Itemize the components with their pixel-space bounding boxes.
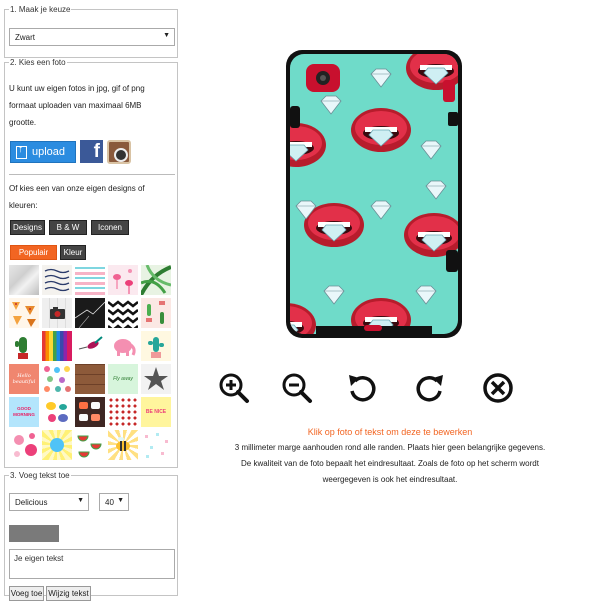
design-tile-be-nice[interactable]: BE NICE (141, 397, 171, 427)
design-tile-colorful-dots[interactable] (42, 364, 72, 394)
step2-panel: 2. Kies een foto U kunt uw eigen fotos i… (4, 58, 178, 468)
design-tile-hummingbirds[interactable] (75, 331, 105, 361)
size-select-value: 40 (105, 498, 114, 507)
design-tile-cactus-mint[interactable] (141, 331, 171, 361)
size-select[interactable]: 40 ▼ (99, 493, 129, 511)
design-tile-elephants[interactable] (108, 331, 138, 361)
instruction-line: De kwaliteit van de foto bepaalt het ein… (241, 459, 539, 468)
design-tile-dots[interactable] (108, 397, 138, 427)
color-select[interactable]: Zwart ▼ (9, 28, 175, 46)
subcategory-color[interactable]: Kleur (60, 245, 86, 260)
step1-legend: 1. Maak je keuze (10, 5, 71, 14)
design-tile-stars[interactable] (141, 364, 171, 394)
font-select-value: Delicious (15, 498, 48, 507)
design-tile-handwriting[interactable] (42, 265, 72, 295)
chevron-down-icon: ▼ (163, 32, 170, 39)
design-tile-fly-away[interactable]: Fly away (108, 364, 138, 394)
tile-hello-text: Hello beautiful (12, 373, 36, 385)
chevron-down-icon: ▼ (77, 497, 84, 504)
tile-good-morning-text: GOOD MORNING (13, 406, 35, 417)
design-tile-black-marble[interactable] (75, 298, 105, 328)
designs-help: Of kies een van onze eigen designs of kl… (9, 180, 175, 214)
tile-be-nice-text: BE NICE (145, 409, 167, 415)
design-tile-palm-leaves[interactable] (141, 265, 171, 295)
upload-help-line: formaat uploaden van maximaal 6MB (9, 101, 142, 110)
design-tile-pastel-confetti[interactable] (141, 430, 171, 460)
category-icons[interactable]: Iconen (91, 220, 129, 235)
step2-legend: 2. Kies een foto (10, 58, 66, 67)
remove-icon[interactable] (482, 372, 514, 404)
design-tile-zigzag[interactable] (108, 298, 138, 328)
edit-text-button[interactable]: Wijzig tekst (46, 586, 91, 601)
design-tile-color-pencils[interactable] (42, 331, 72, 361)
text-input-value: Je eigen tekst (14, 554, 64, 563)
design-tile-good-morning[interactable]: GOOD MORNING (9, 397, 39, 427)
color-select-value: Zwart (15, 33, 35, 42)
chevron-down-icon: ▼ (117, 497, 124, 504)
subcategory-popular[interactable]: Populair (10, 245, 57, 260)
design-tile-hello-beautiful[interactable]: Hello beautiful (9, 364, 39, 394)
zoom-out-icon[interactable] (281, 372, 313, 404)
divider (9, 174, 175, 175)
designs-help-line: kleuren: (9, 201, 38, 210)
instagram-icon[interactable] (107, 140, 131, 164)
upload-button[interactable]: upload (10, 141, 76, 163)
upload-button-label: upload (32, 146, 66, 158)
edit-hint: Klik op foto of tekst om deze te bewerke… (307, 427, 473, 437)
design-tile-plant[interactable] (9, 331, 39, 361)
upload-icon (16, 144, 27, 159)
font-select[interactable]: Delicious ▼ (9, 493, 89, 511)
text-color-swatch[interactable] (9, 525, 59, 542)
design-tile-pizza[interactable] (9, 298, 39, 328)
design-tile-marble[interactable] (9, 265, 39, 295)
design-tile-sushi[interactable] (75, 397, 105, 427)
upload-help-line: U kunt uw eigen fotos in jpg, gif of png (9, 84, 145, 93)
step1-panel: 1. Maak je keuze Zwart ▼ (4, 5, 178, 58)
design-tile-watermelons[interactable] (75, 430, 105, 460)
design-tile-cactus[interactable] (141, 298, 171, 328)
design-tile-summer-sun[interactable] (42, 430, 72, 460)
rotate-right-icon[interactable] (414, 372, 446, 404)
design-tile-pink-stripes[interactable] (75, 265, 105, 295)
design-tile-bee[interactable] (108, 430, 138, 460)
category-designs[interactable]: Designs (10, 220, 45, 235)
design-tile-colored-stones[interactable] (42, 397, 72, 427)
facebook-icon[interactable]: f (80, 140, 103, 163)
design-tile-flamingos[interactable] (108, 265, 138, 295)
tile-fly-away-text: Fly away (113, 376, 133, 382)
upload-help-line: grootte. (9, 118, 37, 127)
zoom-in-icon[interactable] (218, 372, 250, 404)
design-tile-pink-floral[interactable] (9, 430, 39, 460)
text-input[interactable]: Je eigen tekst (9, 549, 175, 579)
step3-legend: 3. Voeg tekst toe (10, 471, 70, 480)
step3-panel: 3. Voeg tekst toe Delicious ▼ 40 ▼ Je ei… (4, 471, 178, 601)
rotate-left-icon[interactable] (346, 372, 378, 404)
design-tile-camera[interactable] (42, 298, 72, 328)
designs-help-line: Of kies een van onze eigen designs of (9, 184, 145, 193)
add-text-button[interactable]: Voeg toe (9, 586, 44, 601)
category-bw[interactable]: B & W (49, 220, 87, 235)
instruction-line: weergegeven is ook het eindresultaat. (322, 475, 458, 484)
phone-case-preview[interactable] (286, 50, 462, 338)
design-tile-wood[interactable] (75, 364, 105, 394)
upload-help: U kunt uw eigen fotos in jpg, gif of png… (9, 80, 175, 131)
design-grid: Hello beautiful Fly away GOOD MORNING BE… (9, 265, 171, 460)
instruction-line: 3 millimeter marge aanhouden rond alle r… (234, 443, 546, 452)
